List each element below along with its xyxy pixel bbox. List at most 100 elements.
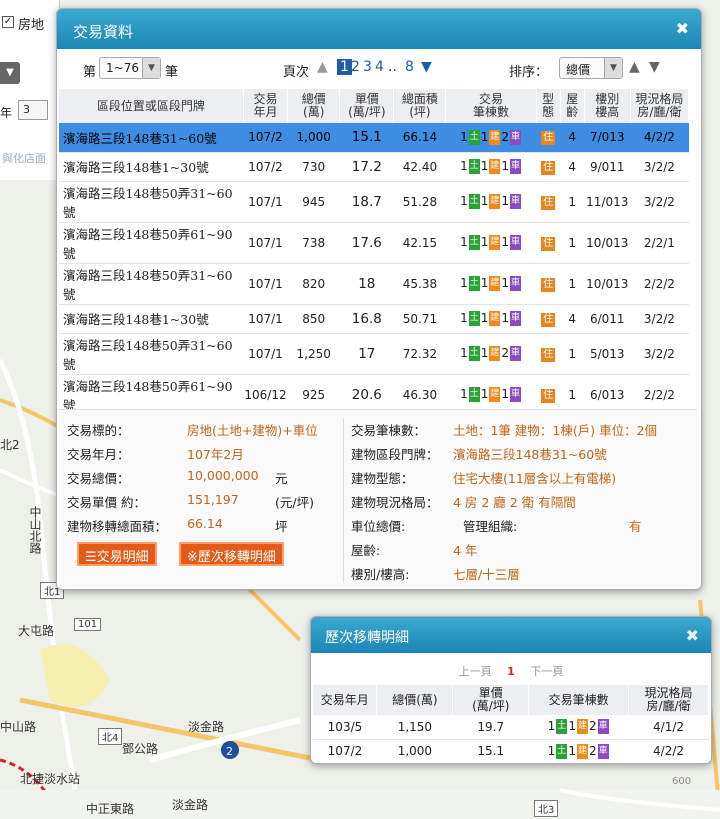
page-3[interactable]: 3 <box>363 59 372 75</box>
col-area[interactable]: 總面積 (坪) <box>393 89 447 123</box>
bldg-count: 1 <box>480 311 489 325</box>
page-2[interactable]: 2 <box>351 59 360 75</box>
mgmt-value: 有 <box>629 519 642 534</box>
record-range-select[interactable]: 1~76 ▼ <box>99 57 161 79</box>
map-label-bei3: 北3 <box>534 800 559 817</box>
dropdown-toggle-icon[interactable]: ▼ <box>0 62 20 84</box>
close-icon[interactable]: ✖ <box>686 626 699 645</box>
area-label: 建物移轉總面積： <box>67 519 168 534</box>
col-ym[interactable]: 交易 年月 <box>243 89 289 123</box>
address-cell: 濱海路三段148巷50弄31~60號 <box>59 181 244 223</box>
transaction-detail-button[interactable]: ☰交易明細 <box>77 542 157 566</box>
col-count[interactable]: 交易 筆棟數 <box>445 89 537 123</box>
type-cell: 住 <box>536 333 561 375</box>
layout-cell: 3/2/2 <box>630 152 689 182</box>
layout-cell: 4/2/2 <box>628 739 709 763</box>
layout-cell: 3/2/2 <box>630 333 689 375</box>
h-col-unit: 單價 (萬/坪) <box>452 685 530 715</box>
table-row[interactable]: 濱海路三段148巷1~30號 107/2 730 17.2 42.40 1 土 1 建 1 車住 4 9… <box>59 152 689 182</box>
close-icon[interactable]: ✖ <box>676 19 689 38</box>
count-cell: 1土1建1車 <box>445 222 537 264</box>
bldg-badge-icon: 建 <box>489 235 501 250</box>
page-8[interactable]: 8 <box>405 59 414 75</box>
car-badge-icon: 車 <box>510 346 522 361</box>
land-count: 1 <box>547 719 556 734</box>
car-badge-icon: 車 <box>510 276 522 291</box>
type-cell: 住 <box>536 222 561 264</box>
map-label-danjin-1: 淡金路 <box>188 720 225 734</box>
sort-value: 總價 <box>566 63 591 77</box>
history-row[interactable]: 103/5 1,150 19.7 1 土 1 建 2 車 4/1/2 <box>313 715 709 740</box>
h-col-layout: 現況格局 房/廳/衛 <box>628 685 709 715</box>
land-count: 1 <box>460 276 468 290</box>
unit-price-cell: 17 <box>339 333 394 375</box>
unit-value: 151,197 <box>187 492 239 507</box>
map-label-zhongshan: 中山路 <box>0 720 37 734</box>
ym-cell: 107/2 <box>243 152 288 182</box>
land-count: 1 <box>547 743 556 758</box>
shop-link[interactable]: 與化店面 <box>2 150 46 166</box>
address-cell: 濱海路三段148巷1~30號 <box>59 304 244 334</box>
next-page-icon[interactable]: ▼ <box>421 59 432 75</box>
col-type[interactable]: 型態 <box>536 89 561 123</box>
bldg-badge-icon: 建 <box>489 159 501 174</box>
table-row[interactable]: 濱海路三段148巷1~30號 107/1 850 16.8 50.71 1 土 1 建 1 車住 4 6… <box>59 304 689 334</box>
total-cell: 1,250 <box>287 333 340 375</box>
history-detail-button[interactable]: ※歷次移轉明細 <box>179 542 284 566</box>
map-label-101: 101 <box>74 618 102 631</box>
col-total[interactable]: 總價 (萬) <box>287 89 341 123</box>
page-1[interactable]: 1 <box>337 59 352 75</box>
map-label-danjin-2: 淡金路 <box>172 798 209 812</box>
col-unit[interactable]: 單價 (萬/坪) <box>339 89 395 123</box>
table-row[interactable]: 濱海路三段148巷50弄61~90號 107/1 738 17.6 42.15 1 土 1 建 1… <box>59 222 689 264</box>
ym-cell: 107/1 <box>243 304 288 334</box>
table-row[interactable]: 濱海路三段148巷50弄31~60號 107/1 945 18.7 51.28 1 土 1 建 1… <box>59 181 689 223</box>
history-header: 交易年月 總價(萬) 單價 (萬/坪) 交易筆棟數 現況格局 房/廳/衛 <box>313 685 709 715</box>
year-select[interactable]: 3 <box>18 100 48 120</box>
table-row[interactable]: 濱海路三段148巷50弄31~60號 107/1 1,250 17 72.32 1 土 1 建 2… <box>59 333 689 375</box>
h-col-total: 總價(萬) <box>376 685 454 715</box>
page-prefix: 第 <box>83 65 97 80</box>
age-cell: 1 <box>560 181 585 223</box>
prev-page-link[interactable]: 上一頁 <box>459 665 492 678</box>
col-floor[interactable]: 樓別 樓高 <box>584 89 631 123</box>
dialog-title-bar[interactable]: 交易資料 ✖ <box>57 9 701 49</box>
sort-desc-icon[interactable]: ▼ <box>649 59 660 75</box>
sort-asc-icon[interactable]: ▲ <box>629 59 640 75</box>
table-header: 區段位置或區段門牌 交易 年月 總價 (萬) 單價 (萬/坪) 總面積 (坪) 交易 筆棟… <box>59 89 690 123</box>
bldg-badge-icon: 建 <box>489 311 501 326</box>
total-cell: 820 <box>287 263 340 305</box>
col-layout[interactable]: 現況格局 房/廳/衛 <box>630 89 690 123</box>
ym-cell: 107/2 <box>243 123 288 153</box>
prev-page-icon[interactable]: ▲ <box>317 59 328 75</box>
floor-cell: 11/013 <box>584 181 631 223</box>
table-row[interactable]: 濱海路三段148巷50弄31~60號 107/1 820 18 45.38 1 土 1 建 1 車住… <box>59 263 689 305</box>
page-4[interactable]: 4 <box>375 59 384 75</box>
area-cell: 51.28 <box>393 181 446 223</box>
residential-badge-icon: 住 <box>541 312 556 327</box>
route-shield-2: 2 <box>226 745 233 758</box>
area-cell: 42.40 <box>393 152 446 182</box>
col-age[interactable]: 屋齡 <box>560 89 585 123</box>
history-row[interactable]: 107/2 1,000 15.1 1 土 1 建 2 車 4/2/2 <box>313 739 709 763</box>
house-land-checkbox[interactable]: ✓ <box>2 16 14 28</box>
car-count: 2 <box>588 719 597 734</box>
sort-select[interactable]: 總價 ▼ <box>559 57 623 79</box>
car-count: 1 <box>501 194 510 208</box>
table-row[interactable]: 濱海路三段148巷31~60號 107/2 1,000 15.1 66.14 1 土 1 建 2 車… <box>59 123 689 153</box>
age-cell: 4 <box>560 123 585 153</box>
car-price-label: 車位總價: <box>351 519 406 534</box>
type-cell: 住 <box>536 123 561 153</box>
unit-unit: (元/坪) <box>275 495 314 510</box>
col-address[interactable]: 區段位置或區段門牌 <box>59 89 244 123</box>
bldg-badge-icon: 建 <box>489 346 501 361</box>
bldg-count: 1 <box>480 129 489 144</box>
history-title-bar[interactable]: 歷次移轉明細 ✖ <box>311 617 711 653</box>
land-badge-icon: 土 <box>556 743 568 759</box>
count-cell: 1土1建1車 <box>445 304 537 334</box>
chevron-down-icon: ▼ <box>142 58 160 78</box>
count-cell: 1土1建2車 <box>528 739 629 763</box>
next-page-link[interactable]: 下一頁 <box>530 665 563 678</box>
floor-cell: 7/013 <box>584 123 631 153</box>
car-count: 2 <box>501 129 510 144</box>
